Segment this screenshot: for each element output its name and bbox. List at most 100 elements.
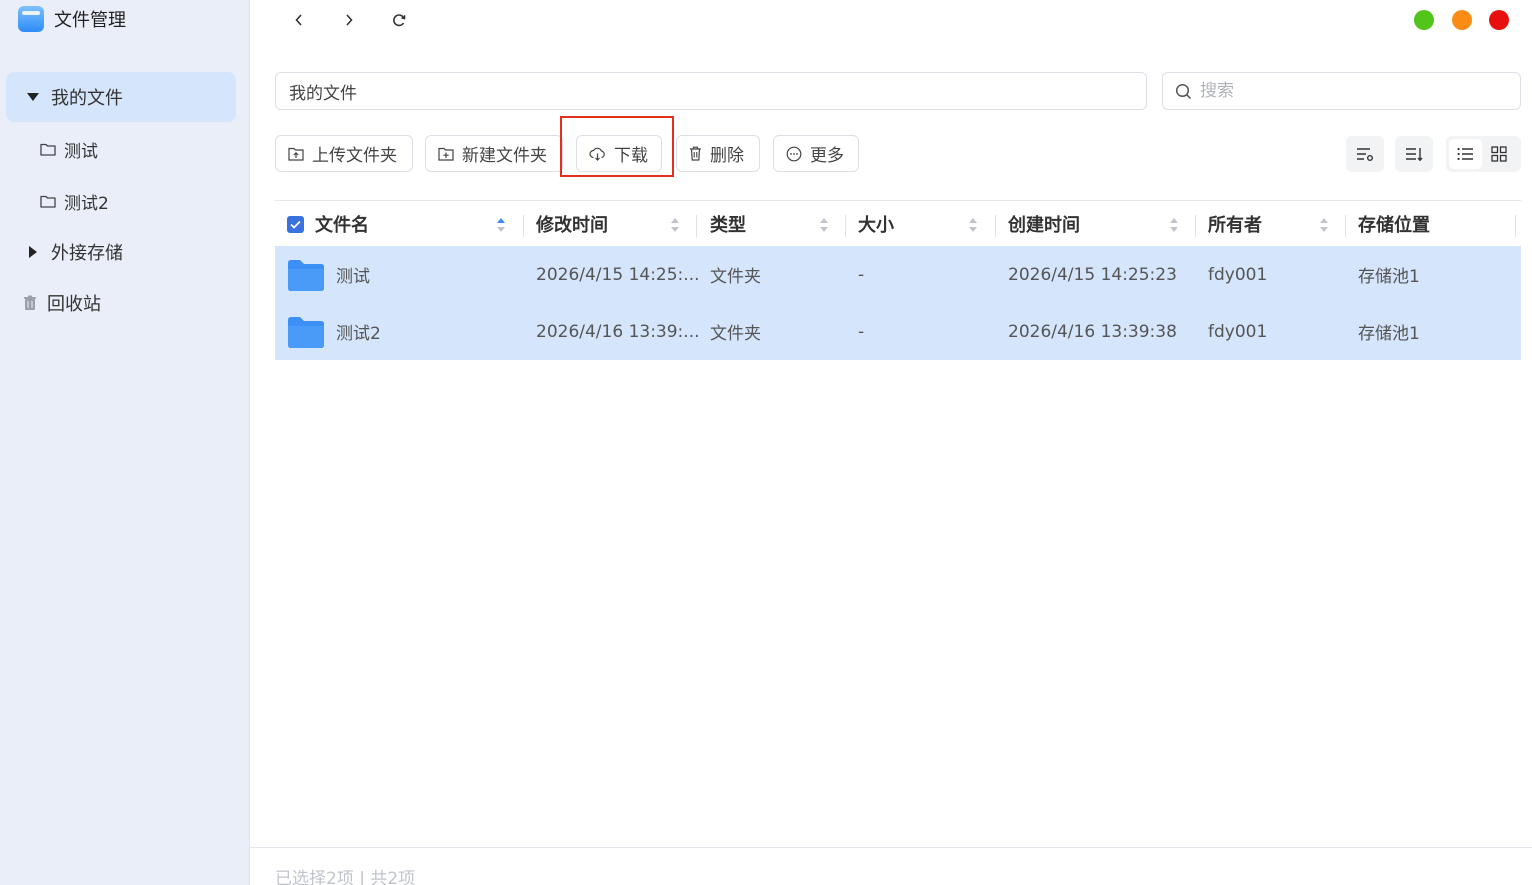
more-label: 更多 — [810, 146, 844, 166]
column-separator[interactable] — [845, 215, 846, 237]
header-label: 所有者 — [1208, 215, 1262, 236]
minimize-button[interactable] — [1452, 10, 1472, 30]
sort-icon — [1406, 148, 1423, 162]
path-bar[interactable]: 我的文件 — [275, 72, 1147, 110]
header-name[interactable]: 文件名 — [315, 201, 369, 247]
upload-folder-button[interactable]: 上传文件夹 — [275, 135, 413, 172]
top-navigation — [286, 8, 436, 32]
forward-button[interactable] — [336, 8, 362, 32]
header-type[interactable]: 类型 — [710, 201, 746, 247]
maximize-button[interactable] — [1414, 10, 1434, 30]
folder-outline-icon — [40, 143, 56, 156]
sort-icon[interactable] — [819, 217, 829, 233]
chevron-left-icon — [295, 14, 302, 26]
column-separator[interactable] — [696, 215, 697, 237]
header-owner[interactable]: 所有者 — [1208, 201, 1262, 247]
refresh-button[interactable] — [386, 8, 412, 32]
download-button[interactable]: 下载 — [576, 135, 662, 172]
cell-modified: 2026/4/15 14:25:... — [536, 264, 700, 285]
sidebar-item-external-storage[interactable]: 外接存储 — [6, 227, 236, 277]
search-box[interactable] — [1162, 72, 1521, 110]
trash-icon — [690, 146, 701, 161]
trash-icon — [24, 295, 36, 310]
app-header: 文件管理 — [18, 6, 126, 32]
list-view-button[interactable] — [1449, 139, 1482, 169]
status-bar: 已选择2项 | 共2项 — [250, 847, 1532, 885]
folder-outline-icon — [40, 195, 56, 208]
cell-type: 文件夹 — [710, 267, 761, 287]
cell-size: - — [858, 321, 865, 342]
new-folder-label: 新建文件夹 — [462, 146, 547, 166]
search-input[interactable] — [1200, 81, 1500, 101]
new-folder-icon — [438, 147, 454, 161]
header-created[interactable]: 创建时间 — [1008, 201, 1080, 247]
grid-view-icon — [1490, 146, 1507, 162]
select-all-checkbox[interactable] — [287, 215, 304, 233]
cloud-download-icon — [589, 147, 605, 161]
search-icon — [1175, 83, 1192, 99]
header-location[interactable]: 存储位置 — [1358, 201, 1430, 247]
sidebar-item-my-files[interactable]: 我的文件 — [6, 72, 236, 122]
column-settings-button[interactable] — [1346, 136, 1384, 172]
cell-name: 测试2 — [336, 324, 381, 344]
sidebar-item-label: 我的文件 — [51, 88, 123, 109]
file-table: 文件名 修改时间 类型 大小 创建时间 所有者 存储位置 测试 2026/4/1… — [275, 200, 1521, 360]
more-circle-icon — [786, 146, 802, 161]
list-settings-icon — [1357, 148, 1373, 161]
cell-owner: fdy001 — [1208, 321, 1268, 342]
column-separator[interactable] — [1195, 215, 1196, 237]
column-separator[interactable] — [523, 215, 524, 237]
sort-button[interactable] — [1395, 136, 1433, 172]
sort-icon[interactable] — [1319, 217, 1329, 233]
header-label: 大小 — [858, 215, 894, 236]
folder-icon — [288, 316, 324, 348]
caret-down-icon[interactable] — [26, 90, 40, 104]
sidebar-item-folder-ceshi[interactable]: 测试 — [40, 131, 98, 167]
sort-icon[interactable] — [670, 217, 680, 233]
refresh-icon — [393, 14, 406, 27]
upload-folder-label: 上传文件夹 — [312, 146, 397, 166]
grid-view-button[interactable] — [1482, 139, 1515, 169]
sidebar-item-recycle-bin[interactable]: 回收站 — [6, 278, 236, 328]
header-label: 类型 — [710, 215, 746, 236]
upload-folder-icon — [288, 147, 304, 161]
cell-owner: fdy001 — [1208, 264, 1268, 285]
cell-created: 2026/4/16 13:39:38 — [1008, 321, 1177, 342]
column-separator[interactable] — [995, 215, 996, 237]
download-label: 下载 — [614, 146, 648, 166]
table-row[interactable]: 测试 2026/4/15 14:25:... 文件夹 - 2026/4/15 1… — [275, 246, 1521, 303]
delete-button[interactable]: 删除 — [676, 135, 760, 172]
sidebar-item-folder-ceshi2[interactable]: 测试2 — [40, 183, 109, 219]
app-title: 文件管理 — [54, 10, 126, 31]
sort-icon[interactable] — [1169, 217, 1179, 233]
header-label: 创建时间 — [1008, 215, 1080, 236]
sort-active-icon[interactable] — [496, 217, 506, 233]
selection-status: 已选择2项 | 共2项 — [275, 869, 416, 885]
cell-modified: 2026/4/16 13:39:... — [536, 321, 700, 342]
select-all-checkbox-cell — [287, 201, 304, 247]
header-modified[interactable]: 修改时间 — [536, 201, 608, 247]
file-manager-logo-icon — [18, 6, 44, 32]
caret-right-icon[interactable] — [26, 245, 40, 259]
delete-label: 删除 — [710, 146, 744, 166]
new-folder-button[interactable]: 新建文件夹 — [425, 135, 563, 172]
header-size[interactable]: 大小 — [858, 201, 894, 247]
column-separator[interactable] — [1345, 215, 1346, 237]
sidebar: 文件管理 我的文件 测试 测试2 外接存储 回收站 — [0, 0, 250, 885]
cell-location: 存储池1 — [1358, 324, 1420, 344]
close-button[interactable] — [1489, 10, 1509, 30]
folder-icon-cell — [287, 246, 325, 303]
column-separator[interactable] — [1515, 215, 1516, 237]
header-label: 存储位置 — [1358, 215, 1430, 236]
sidebar-item-label: 回收站 — [47, 294, 101, 315]
back-button[interactable] — [286, 8, 312, 32]
sort-icon[interactable] — [968, 217, 978, 233]
table-row[interactable]: 测试2 2026/4/16 13:39:... 文件夹 - 2026/4/16 … — [275, 303, 1521, 360]
cell-location: 存储池1 — [1358, 267, 1420, 287]
view-mode-toggle — [1446, 136, 1521, 172]
more-button[interactable]: 更多 — [773, 135, 859, 172]
header-label: 文件名 — [315, 215, 369, 236]
cell-size: - — [858, 264, 865, 285]
header-label: 修改时间 — [536, 215, 608, 236]
cell-type: 文件夹 — [710, 324, 761, 344]
